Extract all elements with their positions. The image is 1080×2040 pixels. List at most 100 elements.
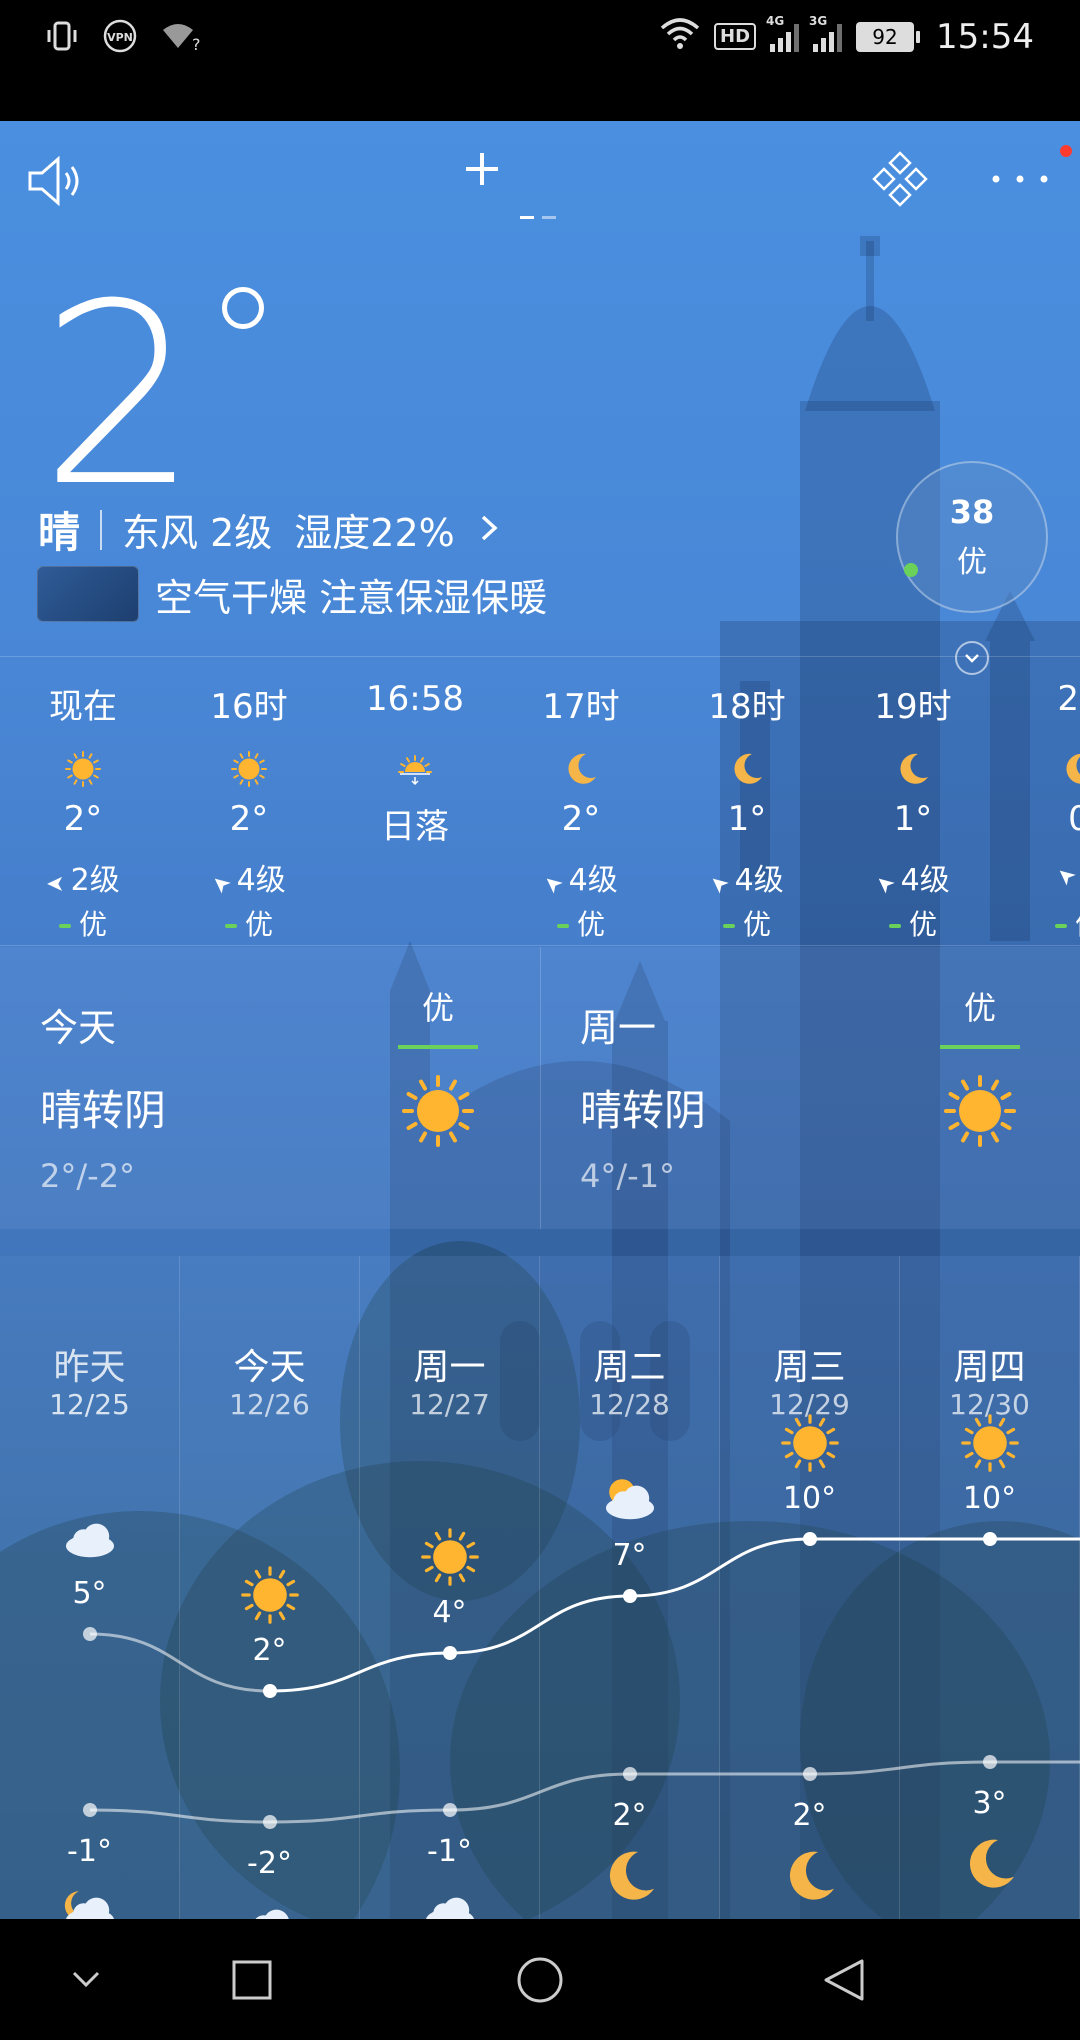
aqi-indicator-dot	[904, 563, 918, 577]
aqi-badge[interactable]: 38 优	[896, 461, 1048, 613]
hour-aqi: 优	[498, 903, 664, 943]
sun-icon	[960, 1414, 1019, 1472]
tomorrow-aqi: 优	[940, 983, 1020, 1049]
degree-symbol	[222, 287, 264, 329]
hour-wind: ➤ 2级	[0, 855, 166, 899]
hour-icon-wrap	[229, 749, 269, 789]
hour-label: 19时	[874, 687, 952, 727]
tomorrow-panel[interactable]: 周一 晴转阴 4°/-1° 优	[540, 947, 1080, 1229]
forecast-high: 5°	[72, 1576, 107, 1611]
hour-aqi: 优	[166, 903, 332, 943]
add-city-button[interactable]	[462, 149, 502, 189]
aqi-value: 38	[949, 493, 995, 531]
moon-icon	[789, 1851, 834, 1900]
hourly-item: 20 0 ➤4 优	[996, 657, 1080, 947]
hour-label: 16:58	[366, 679, 464, 719]
moon-icon	[734, 753, 762, 784]
vibrate-icon	[44, 18, 80, 61]
current-condition-line[interactable]: 晴 东风 2级 湿度22%	[38, 499, 501, 560]
hour-wind: ➤4级	[498, 855, 664, 899]
hourly-item: 16时 2° ➤4级优	[166, 657, 332, 947]
tomorrow-range: 4°/-1°	[580, 1157, 676, 1195]
hour-aqi: 优	[830, 903, 996, 943]
forecast-high: 2°	[252, 1633, 287, 1668]
wind-level: 4级	[568, 863, 618, 898]
day-icon-wrap	[598, 1468, 662, 1536]
diamond-grid-icon[interactable]	[870, 149, 930, 209]
forecast-day[interactable]: 周四 12/30 10° 3°	[900, 1256, 1080, 1919]
night-icon-wrap	[958, 1832, 1022, 1900]
hour-temp: 2°	[63, 799, 103, 839]
hour-temp: 2°	[229, 799, 269, 839]
wind-direction-icon: ➤	[1051, 859, 1080, 892]
forecast-day[interactable]: 今天 12/26 2° -2°	[180, 1256, 360, 1919]
daily-forecast[interactable]: 昨天 12/25 5° -1° 今天 12/26 2° -2° 周一 12/27 4° -1° 周二 12…	[0, 1256, 1080, 1919]
hour-icon-wrap	[395, 749, 435, 789]
hour-aqi: 优	[664, 903, 830, 943]
hourly-item: 17时 2° ➤4级优	[498, 657, 664, 947]
forecast-low: -1°	[427, 1834, 472, 1869]
vpn-icon: VPN	[102, 18, 138, 61]
current-humidity: 湿度22%	[294, 511, 455, 555]
current-wind: 东风 2级	[122, 511, 273, 555]
today-aqi: 优	[398, 983, 478, 1049]
today-panel[interactable]: 今天 晴转阴 2°/-2° 优	[0, 947, 540, 1229]
hourly-item: 18时 1° ➤4级优	[664, 657, 830, 947]
today-name: 今天	[40, 1006, 117, 1050]
divider	[100, 509, 103, 550]
forecast-day[interactable]: 昨天 12/25 5° -1°	[0, 1256, 180, 1919]
hd-badge: HD	[714, 23, 757, 50]
forecast-day[interactable]: 周三 12/29 10° 2°	[720, 1256, 900, 1919]
forecast-low: 2°	[612, 1798, 647, 1833]
forecast-date: 12/28	[589, 1388, 670, 1421]
notification-dot	[1060, 145, 1072, 157]
signal-3g-icon: 3G	[809, 14, 843, 52]
hourly-forecast[interactable]: 现在 2° ➤ 2级优 16时 2° ➤4级优 16:58 日落 17时 2° ➤4级优 18时 1° ➤4…	[0, 656, 1080, 946]
recents-square-icon[interactable]	[192, 1919, 312, 2040]
forecast-date: 12/26	[229, 1388, 310, 1421]
forecast-low: -1°	[67, 1834, 112, 1869]
hour-temp: 1°	[727, 799, 767, 839]
hour-wind: ➤4级	[166, 855, 332, 899]
tomorrow-condition: 晴转阴	[580, 1086, 707, 1135]
sun-icon	[402, 1075, 474, 1147]
svg-text:?: ?	[192, 35, 200, 54]
tomorrow-name: 周一	[580, 1006, 657, 1050]
chevron-down-icon[interactable]	[26, 1919, 146, 2040]
night-icon-wrap	[598, 1844, 662, 1912]
tip-thumbnail	[37, 566, 139, 622]
today-condition: 晴转阴	[40, 1086, 167, 1135]
home-circle-icon[interactable]	[480, 1919, 600, 2040]
battery-indicator: 92	[856, 21, 921, 52]
wifi-question-icon: ?	[160, 18, 201, 61]
moon-icon	[568, 753, 596, 784]
forecast-day[interactable]: 周二 12/28 7° 2°	[540, 1256, 720, 1919]
sun-icon	[240, 1566, 299, 1624]
hour-label: 现在	[49, 687, 117, 727]
sunset-icon	[398, 755, 432, 786]
hour-aqi: 优	[996, 903, 1080, 943]
forecast-day-name: 周一	[413, 1347, 486, 1388]
signal-4g-icon: 4G	[766, 14, 800, 52]
two-day-summary: 今天 晴转阴 2°/-2° 优 周一 晴转阴 4°/-1° 优	[0, 947, 1080, 1229]
forecast-high: 4°	[432, 1595, 467, 1630]
more-dots-icon[interactable]	[990, 169, 1050, 199]
hour-icon-wrap	[727, 749, 767, 789]
forecast-day[interactable]: 周一 12/27 4° -1°	[360, 1256, 540, 1919]
weather-tip[interactable]: 空气干燥 注意保湿保暖	[37, 566, 547, 622]
hour-icon-wrap	[561, 749, 601, 789]
partly-cloudy-icon	[605, 1479, 654, 1520]
forecast-low: -2°	[247, 1846, 292, 1881]
back-triangle-icon[interactable]	[784, 1919, 904, 2040]
today-range: 2°/-2°	[40, 1157, 136, 1195]
moon-icon	[900, 753, 928, 784]
day-icon-wrap	[58, 1506, 122, 1574]
hour-label: 16时	[210, 687, 288, 727]
wind-direction-icon: ➤	[46, 871, 65, 896]
cloudy-night-icon	[64, 1891, 114, 1919]
speaker-icon[interactable]	[26, 149, 90, 213]
hour-temp: 日落	[381, 807, 449, 847]
status-time: 15:54	[936, 16, 1034, 57]
hour-label: 20	[1057, 679, 1080, 719]
cloud-icon	[65, 1523, 114, 1558]
